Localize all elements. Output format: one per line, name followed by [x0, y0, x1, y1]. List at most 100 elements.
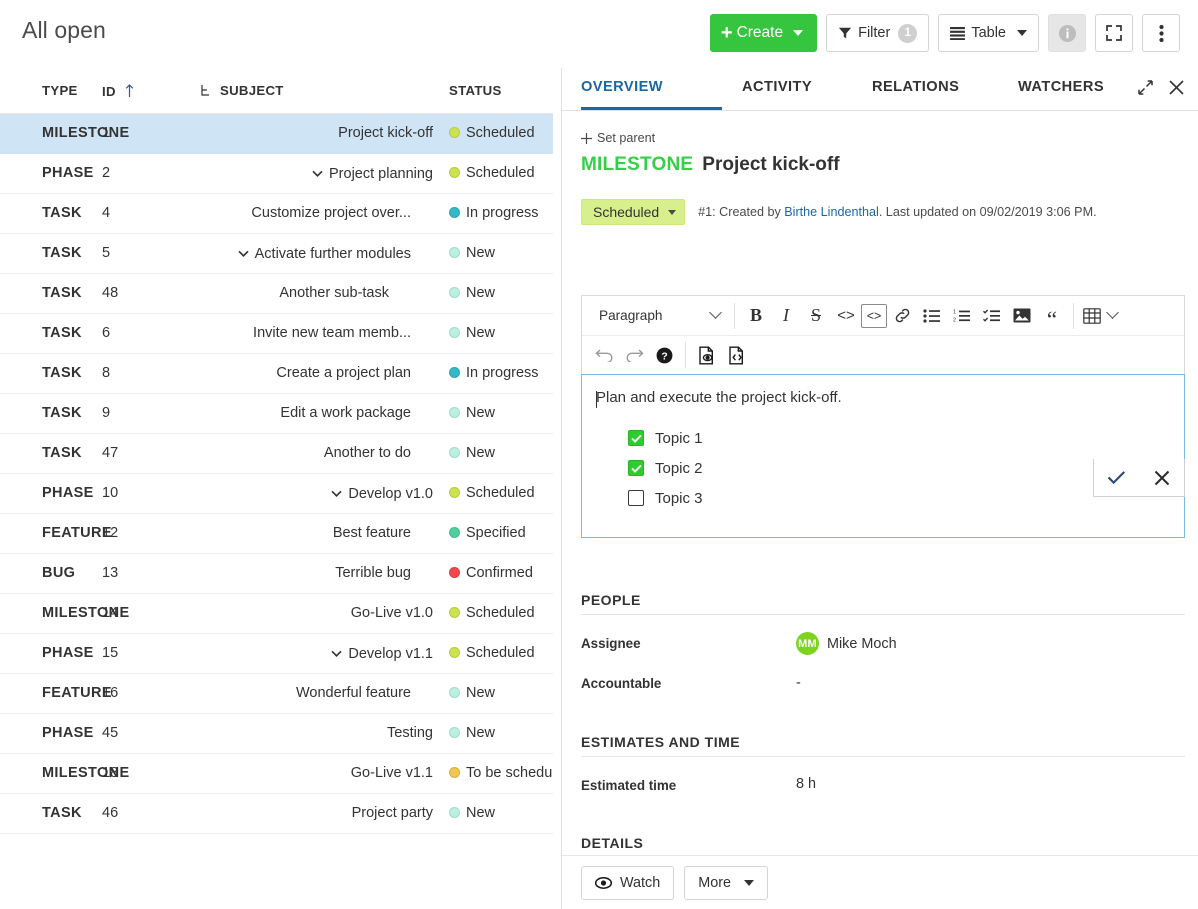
cell-status[interactable]: New — [445, 793, 553, 833]
cell-id[interactable]: 15 — [100, 633, 200, 673]
inline-code-icon[interactable]: <> — [831, 301, 861, 331]
cell-id[interactable]: 48 — [100, 273, 200, 313]
numbered-list-icon[interactable]: 1 2 — [947, 301, 977, 331]
cell-subject[interactable]: Customize project over... — [200, 193, 445, 233]
cell-subject[interactable]: Project planning — [200, 153, 445, 193]
create-button[interactable]: + Create — [710, 14, 817, 52]
description-editor[interactable]: Paragraph B I S <> <> — [581, 295, 1185, 538]
expand-details-button[interactable] — [1137, 79, 1154, 96]
table-row[interactable]: TASK6Invite new team memb...New — [0, 313, 553, 353]
table-row[interactable]: PHASE2Project planningScheduled — [0, 153, 553, 193]
cell-id[interactable]: 2 — [100, 153, 200, 193]
view-mode-button[interactable]: Table — [938, 14, 1039, 52]
work-packages-table-pane[interactable]: TYPE ID SUBJECT STATUS — [0, 68, 553, 909]
todo-checkbox[interactable] — [628, 490, 644, 506]
watch-button[interactable]: Watch — [581, 866, 674, 900]
cell-id[interactable]: 13 — [100, 553, 200, 593]
collapse-chevron-icon[interactable] — [330, 647, 343, 660]
cell-status[interactable]: New — [445, 273, 553, 313]
table-row[interactable]: PHASE10Develop v1.0Scheduled — [0, 473, 553, 513]
cell-type[interactable]: TASK — [0, 233, 100, 273]
cell-subject[interactable]: Invite new team memb... — [200, 313, 445, 353]
cell-type[interactable]: MILESTONE — [0, 593, 100, 633]
table-row[interactable]: BUG13Terrible bugConfirmed — [0, 553, 553, 593]
cell-type[interactable]: FEATURE — [0, 513, 100, 553]
cell-type[interactable]: TASK — [0, 793, 100, 833]
table-row[interactable]: TASK47Another to doNew — [0, 433, 553, 473]
table-row[interactable]: TASK5Activate further modulesNew — [0, 233, 553, 273]
collapse-chevron-icon[interactable] — [311, 167, 324, 180]
todo-list-item[interactable]: Topic 3 — [628, 483, 1168, 513]
cell-type[interactable]: TASK — [0, 353, 100, 393]
table-row[interactable]: TASK46Project partyNew — [0, 793, 553, 833]
preview-icon[interactable] — [692, 340, 722, 370]
work-package-subject[interactable]: Project kick-off — [702, 154, 839, 176]
cell-status[interactable]: Scheduled — [445, 633, 553, 673]
image-icon[interactable] — [1007, 301, 1037, 331]
table-row[interactable]: TASK8Create a project planIn progress — [0, 353, 553, 393]
estimated-time-value[interactable]: 8 h — [796, 776, 816, 792]
cell-status[interactable]: New — [445, 433, 553, 473]
code-block-icon[interactable]: <> — [861, 304, 887, 328]
block-format-select[interactable]: Paragraph — [589, 301, 728, 331]
cell-type[interactable]: TASK — [0, 433, 100, 473]
cell-subject[interactable]: Best feature — [200, 513, 445, 553]
cell-type[interactable]: TASK — [0, 313, 100, 353]
column-header-type[interactable]: TYPE — [0, 68, 100, 113]
cell-id[interactable]: 47 — [100, 433, 200, 473]
more-button[interactable]: More — [684, 866, 768, 900]
cell-status[interactable]: Scheduled — [445, 593, 553, 633]
table-icon[interactable] — [1080, 301, 1104, 331]
cell-status[interactable]: New — [445, 393, 553, 433]
table-row[interactable]: FEATURE12Best featureSpecified — [0, 513, 553, 553]
cell-subject[interactable]: Testing — [200, 713, 445, 753]
todo-list-item[interactable]: Topic 1 — [628, 423, 1168, 453]
table-row[interactable]: MILESTONE1Project kick-offScheduled — [0, 113, 553, 153]
cell-type[interactable]: PHASE — [0, 713, 100, 753]
meta-author-link[interactable]: Birthe Lindenthal — [784, 205, 879, 219]
set-parent-button[interactable]: Set parent — [581, 131, 655, 145]
collapse-chevron-icon[interactable] — [237, 247, 250, 260]
cell-subject[interactable]: Edit a work package — [200, 393, 445, 433]
cell-status[interactable]: To be scheduled — [445, 753, 553, 793]
cell-id[interactable]: 9 — [100, 393, 200, 433]
cell-subject[interactable]: Another sub-task — [200, 273, 445, 313]
cell-subject[interactable]: Develop v1.0 — [200, 473, 445, 513]
cell-id[interactable]: 14 — [100, 593, 200, 633]
link-icon[interactable] — [887, 301, 917, 331]
cell-status[interactable]: Scheduled — [445, 113, 553, 153]
todo-checkbox[interactable] — [628, 430, 644, 446]
cell-subject[interactable]: Develop v1.1 — [200, 633, 445, 673]
tab-activity[interactable]: ACTIVITY — [742, 79, 812, 95]
column-header-status[interactable]: STATUS — [445, 68, 553, 113]
cell-status[interactable]: Specified — [445, 513, 553, 553]
cell-id[interactable]: 8 — [100, 353, 200, 393]
todo-checkbox[interactable] — [628, 460, 644, 476]
table-row[interactable]: TASK4Customize project over...In progres… — [0, 193, 553, 233]
bold-icon[interactable]: B — [741, 301, 771, 331]
accountable-value[interactable]: - — [796, 675, 801, 691]
cell-status[interactable]: Scheduled — [445, 473, 553, 513]
table-row[interactable]: TASK9Edit a work packageNew — [0, 393, 553, 433]
more-options-button[interactable] — [1142, 14, 1180, 52]
help-icon[interactable]: ? — [649, 340, 679, 370]
cell-subject[interactable]: Activate further modules — [200, 233, 445, 273]
collapse-chevron-icon[interactable] — [330, 487, 343, 500]
cell-subject[interactable]: Another to do — [200, 433, 445, 473]
filter-button[interactable]: Filter 1 — [826, 14, 929, 52]
undo-icon[interactable] — [589, 340, 619, 370]
cell-status[interactable]: New — [445, 313, 553, 353]
table-row[interactable]: TASK48Another sub-taskNew — [0, 273, 553, 313]
cell-type[interactable]: PHASE — [0, 473, 100, 513]
cell-subject[interactable]: Project party — [200, 793, 445, 833]
italic-icon[interactable]: I — [771, 301, 801, 331]
cell-id[interactable]: 46 — [100, 793, 200, 833]
cell-status[interactable]: In progress — [445, 353, 553, 393]
todo-list-item[interactable]: Topic 2 — [628, 453, 1168, 483]
cell-id[interactable]: 16 — [100, 673, 200, 713]
table-row[interactable]: FEATURE16Wonderful featureNew — [0, 673, 553, 713]
assignee-value[interactable]: MM Mike Moch — [796, 632, 897, 655]
cell-type[interactable]: TASK — [0, 193, 100, 233]
chevron-down-icon[interactable] — [1104, 301, 1120, 331]
cell-id[interactable]: 6 — [100, 313, 200, 353]
